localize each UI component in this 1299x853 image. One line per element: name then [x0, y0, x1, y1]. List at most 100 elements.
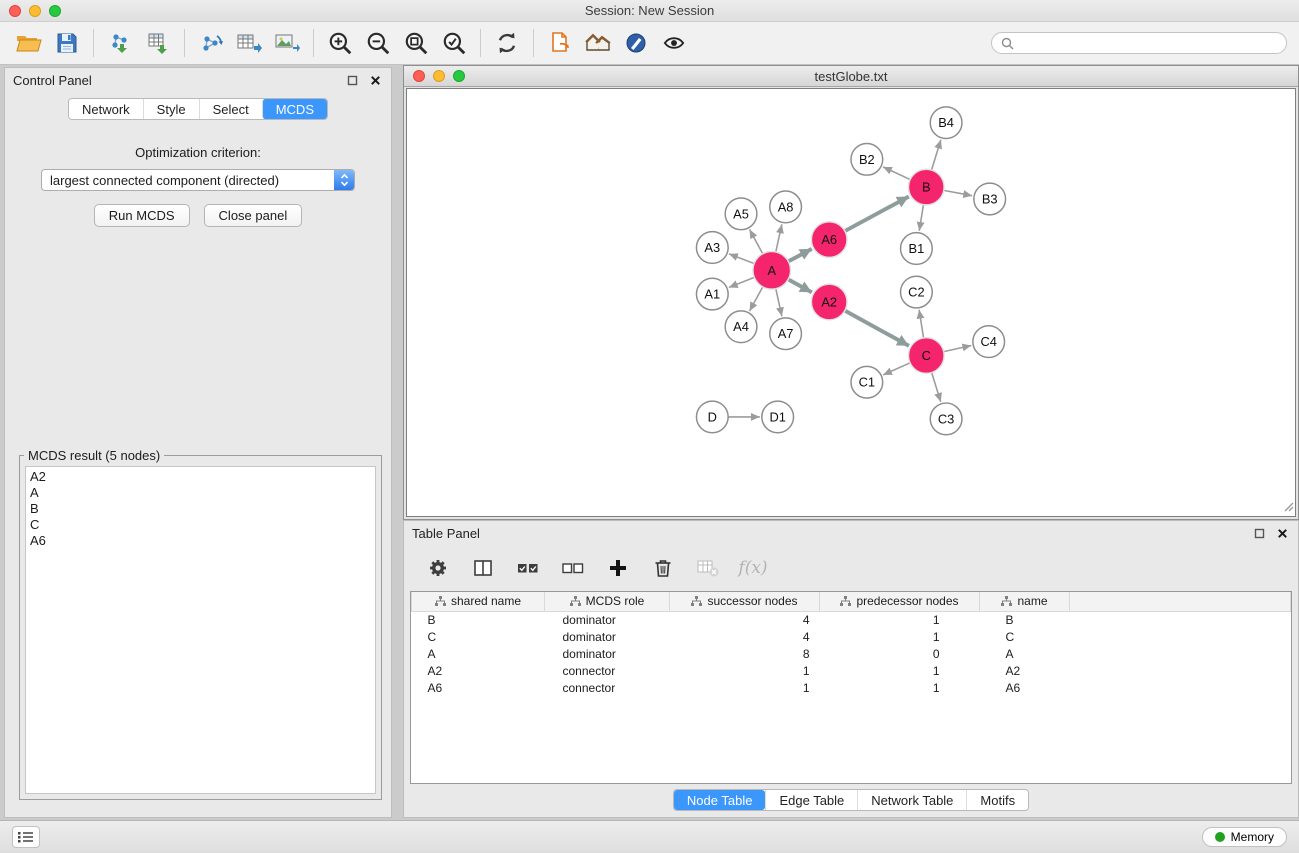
float-table-panel-button[interactable]	[1251, 525, 1267, 541]
table-row[interactable]: A2connector11A2	[412, 662, 1291, 679]
table-row[interactable]: Bdominator41B	[412, 611, 1291, 628]
close-table-panel-button[interactable]	[1274, 525, 1290, 541]
zoom-window-button[interactable]	[49, 5, 61, 17]
table-cell[interactable]: dominator	[545, 645, 670, 662]
column-header-predecessor-nodes[interactable]: predecessor nodes	[820, 592, 980, 611]
minimize-window-button[interactable]	[29, 5, 41, 17]
table-cell[interactable]: 0	[820, 645, 980, 662]
graph-node-C3[interactable]: C3	[930, 403, 962, 435]
mcds-result-list[interactable]: A2ABCA6	[25, 466, 376, 794]
network-canvas[interactable]: AA6A2BCA5A8A3A1A4A7B2B4B3B1C2C4C1C3DD1	[406, 88, 1296, 517]
zoom-out-button[interactable]	[359, 24, 397, 62]
tab-motifs[interactable]: Motifs	[966, 790, 1028, 810]
mcds-result-item[interactable]: B	[30, 501, 371, 517]
export-network-button[interactable]	[192, 24, 230, 62]
create-column-button[interactable]	[604, 554, 632, 582]
graph-node-B1[interactable]: B1	[901, 233, 933, 265]
table-cell[interactable]: 4	[670, 611, 820, 628]
tab-network[interactable]: Network	[69, 99, 143, 119]
float-control-panel-button[interactable]	[344, 72, 360, 88]
graph-edge-A-A2[interactable]	[788, 279, 812, 292]
task-history-button[interactable]	[12, 826, 40, 848]
column-header-mcds-role[interactable]: MCDS role	[545, 592, 670, 611]
table-cell[interactable]: 1	[820, 628, 980, 645]
table-row[interactable]: Cdominator41C	[412, 628, 1291, 645]
graph-edge-B-B4[interactable]	[932, 140, 941, 170]
graph-node-B3[interactable]: B3	[974, 183, 1006, 215]
table-cell[interactable]: A6	[412, 679, 545, 696]
zoom-fit-button[interactable]	[397, 24, 435, 62]
graph-edge-A-A1[interactable]	[729, 277, 754, 287]
graph-node-A3[interactable]: A3	[696, 232, 728, 264]
search-box[interactable]	[991, 32, 1287, 54]
table-cell[interactable]: connector	[545, 662, 670, 679]
tab-edge-table[interactable]: Edge Table	[765, 790, 857, 810]
graph-node-A5[interactable]: A5	[725, 198, 757, 230]
graph-node-C2[interactable]: C2	[901, 276, 933, 308]
zoom-in-button[interactable]	[321, 24, 359, 62]
table-options-button[interactable]	[424, 554, 452, 582]
column-header-shared-name[interactable]: shared name	[412, 592, 545, 611]
open-session-button[interactable]	[10, 24, 48, 62]
graph-edge-C-C3[interactable]	[932, 373, 941, 402]
table-cell[interactable]: 1	[670, 679, 820, 696]
graph-edge-A6-B[interactable]	[845, 196, 909, 231]
tab-select[interactable]: Select	[199, 99, 262, 119]
graph-edge-A-A4[interactable]	[750, 287, 763, 311]
table-cell[interactable]: 8	[670, 645, 820, 662]
graph-node-D1[interactable]: D1	[762, 401, 794, 433]
graph-edge-A-A7[interactable]	[776, 289, 782, 317]
close-control-panel-button[interactable]	[367, 72, 383, 88]
mcds-result-item[interactable]: A2	[30, 469, 371, 485]
table-cell[interactable]: A6	[980, 679, 1070, 696]
annotations-button[interactable]	[617, 24, 655, 62]
graph-node-A4[interactable]: A4	[725, 311, 757, 343]
tab-network-table[interactable]: Network Table	[857, 790, 966, 810]
mcds-result-item[interactable]: A	[30, 485, 371, 501]
table-row[interactable]: Adominator80A	[412, 645, 1291, 662]
graph-node-C[interactable]: C	[908, 338, 944, 374]
graph-edge-A-A8[interactable]	[776, 224, 782, 252]
table-cell[interactable]: A	[412, 645, 545, 662]
graph-node-B[interactable]: B	[908, 169, 944, 205]
export-image-button[interactable]	[268, 24, 306, 62]
graph-node-D[interactable]: D	[696, 401, 728, 433]
refresh-view-button[interactable]	[488, 24, 526, 62]
graph-edge-B-B1[interactable]	[919, 205, 923, 231]
table-cell[interactable]: A2	[980, 662, 1070, 679]
export-table-button[interactable]	[230, 24, 268, 62]
graph-node-B4[interactable]: B4	[930, 107, 962, 139]
mcds-result-item[interactable]: A6	[30, 533, 371, 549]
table-cell[interactable]: dominator	[545, 628, 670, 645]
table-cell[interactable]: connector	[545, 679, 670, 696]
delete-columns-button[interactable]	[649, 554, 677, 582]
table-cell[interactable]: B	[980, 611, 1070, 628]
graph-node-C1[interactable]: C1	[851, 366, 883, 398]
import-table-button[interactable]	[139, 24, 177, 62]
save-session-button[interactable]	[48, 24, 86, 62]
table-cell[interactable]: dominator	[545, 611, 670, 628]
graph-node-A6[interactable]: A6	[811, 222, 847, 258]
graph-node-A2[interactable]: A2	[811, 284, 847, 320]
function-builder-button[interactable]: f(x)	[739, 554, 767, 582]
table-cell[interactable]: C	[980, 628, 1070, 645]
column-header-name[interactable]: name	[980, 592, 1070, 611]
run-mcds-button[interactable]: Run MCDS	[94, 204, 190, 227]
graph-edge-B-B2[interactable]	[883, 167, 910, 180]
close-network-window-button[interactable]	[413, 70, 425, 82]
close-window-button[interactable]	[9, 5, 21, 17]
table-row[interactable]: A6connector11A6	[412, 679, 1291, 696]
resize-grip[interactable]	[1282, 500, 1294, 515]
show-graphics-details-button[interactable]	[655, 24, 693, 62]
zoom-selected-button[interactable]	[435, 24, 473, 62]
home-button[interactable]	[579, 24, 617, 62]
memory-button[interactable]: Memory	[1202, 827, 1287, 847]
table-cell[interactable]: C	[412, 628, 545, 645]
mcds-result-item[interactable]: C	[30, 517, 371, 533]
graph-edge-A-A6[interactable]	[788, 249, 811, 261]
table-cell[interactable]: 1	[820, 611, 980, 628]
table-cell[interactable]: A	[980, 645, 1070, 662]
import-network-button[interactable]	[101, 24, 139, 62]
graph-edge-C-C1[interactable]	[883, 363, 910, 375]
criterion-dropdown[interactable]: largest connected component (directed)	[41, 169, 355, 191]
